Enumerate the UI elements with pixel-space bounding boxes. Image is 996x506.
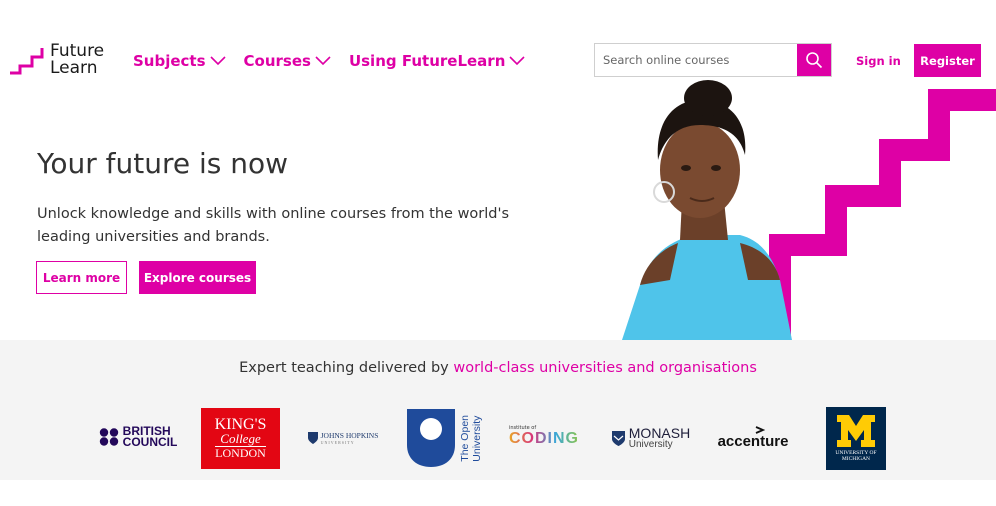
chevron-down-icon [209,56,226,66]
logo-text: Future Learn [50,41,105,78]
open-university-mark-icon [407,409,455,467]
accenture-logo[interactable]: accenture [709,423,797,453]
register-button[interactable]: Register [914,44,981,77]
british-council-dots-icon [99,428,118,446]
search-icon [806,52,823,69]
partners-tagline: Expert teaching delivered by world-class… [239,360,757,376]
crest-icon [611,430,625,446]
institute-of-coding-logo[interactable]: institute of CODING [509,423,589,449]
logo-steps-icon [10,48,44,75]
search-input[interactable] [595,44,797,76]
chevron-down-icon [509,56,525,66]
person-illustration [622,80,792,340]
chevron-down-icon [315,56,331,66]
partners-strip: Expert teaching delivered by world-class… [0,340,996,480]
hero-title: Your future is now [37,147,289,180]
search-box [594,43,832,77]
johns-hopkins-logo[interactable]: JOHNS HOPKINS UNIVERSITY [303,427,383,449]
nav-courses[interactable]: Courses [244,52,331,70]
nav-subjects[interactable]: Subjects [133,52,226,70]
block-m-icon [837,415,875,447]
nav-using-futurelearn[interactable]: Using FutureLearn [349,52,525,70]
shield-icon [307,432,318,444]
futurelearn-logo[interactable]: Future Learn [10,43,110,83]
british-council-logo[interactable]: BRITISH COUNCIL [97,422,179,452]
open-university-logo[interactable]: The Open University [404,407,486,469]
hero-image [622,80,996,340]
explore-courses-button[interactable]: Explore courses [139,261,256,294]
university-of-michigan-logo[interactable]: UNIVERSITY OF MICHIGAN [826,407,886,470]
partners-link[interactable]: world-class universities and organisatio… [453,360,757,376]
main-nav: Subjects Courses Using FutureLearn [133,52,525,70]
kings-college-logo[interactable]: KING'S College LONDON [201,408,280,469]
sign-in-link[interactable]: Sign in [856,54,901,68]
search-button[interactable] [797,44,831,76]
hero-subtitle: Unlock knowledge and skills with online … [37,206,510,245]
monash-logo[interactable]: MONASH University [611,425,691,451]
partner-logos: BRITISH COUNCIL KING'S College LONDON JO… [0,405,996,475]
learn-more-button[interactable]: Learn more [36,261,127,294]
